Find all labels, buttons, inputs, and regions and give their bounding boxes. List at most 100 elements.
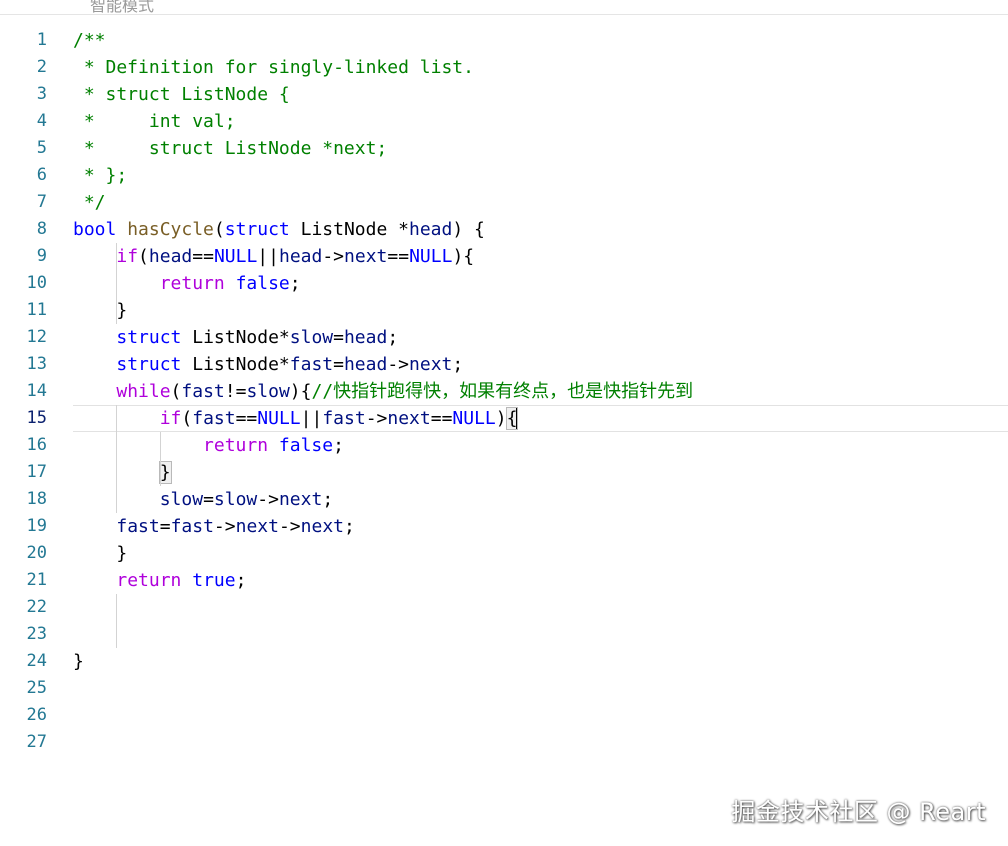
line-code[interactable]: * int val; <box>73 108 1008 135</box>
code-token: struct <box>116 354 182 375</box>
line-number: 26 <box>26 705 47 725</box>
code-token: head <box>409 219 453 240</box>
code-token: ( <box>138 246 149 267</box>
line-code[interactable]: * Definition for singly-linked list. <box>73 54 1008 81</box>
code-token: //快指针跑得快，如果有终点，也是快指针先到 <box>311 381 694 402</box>
line-code[interactable] <box>73 621 1008 648</box>
code-token: next <box>300 516 345 537</box>
line-code[interactable]: /** <box>73 27 1008 54</box>
line-code[interactable]: return false; <box>73 432 1008 459</box>
code-line[interactable]: 11 } <box>0 297 1008 324</box>
indent-guide <box>116 594 118 621</box>
line-number: 16 <box>26 435 47 455</box>
code-line[interactable]: 8 bool hasCycle(struct ListNode *head) { <box>0 216 1008 243</box>
line-code[interactable]: return false; <box>73 270 1008 297</box>
code-token: } <box>73 543 128 564</box>
line-code[interactable]: } <box>73 459 1008 486</box>
line-code[interactable]: while(fast!=slow){//快指针跑得快，如果有终点，也是快指针先到 <box>73 378 1008 405</box>
indent-guide <box>116 270 118 297</box>
code-line[interactable]: 18 slow=slow->next; <box>0 486 1008 513</box>
line-code[interactable] <box>73 675 1008 702</box>
code-line[interactable]: 10 return false; <box>0 270 1008 297</box>
line-code[interactable]: } <box>73 540 1008 567</box>
code-line[interactable]: 19 fast=fast->next->next; <box>0 513 1008 540</box>
code-line[interactable]: 17 } <box>0 459 1008 486</box>
indent-guide <box>116 297 118 324</box>
code-line[interactable]: 6 * }; <box>0 162 1008 189</box>
code-line[interactable]: 20 } <box>0 540 1008 567</box>
code-token: ; <box>387 327 399 348</box>
line-number: 1 <box>36 30 47 50</box>
top-header-strip: 智能模式 <box>0 0 1008 15</box>
code-line[interactable]: 4 * int val; <box>0 108 1008 135</box>
code-token: ListNode* <box>181 354 290 375</box>
line-code[interactable] <box>73 729 1008 756</box>
code-line[interactable]: 12 struct ListNode*slow=head; <box>0 324 1008 351</box>
line-code[interactable]: * struct ListNode *next; <box>73 135 1008 162</box>
indent-guide <box>116 486 118 513</box>
line-code[interactable]: */ <box>73 189 1008 216</box>
code-token: if <box>159 408 182 429</box>
code-token: } <box>73 651 84 672</box>
code-line[interactable]: 23 <box>0 621 1008 648</box>
code-token: return <box>159 273 225 294</box>
code-token: = <box>203 489 214 510</box>
code-line[interactable]: 1 /** <box>0 27 1008 54</box>
header-partial-text: 智能模式 <box>90 0 155 15</box>
line-code[interactable]: struct ListNode*slow=head; <box>73 324 1008 351</box>
code-line[interactable]: 22 <box>0 594 1008 621</box>
indent-guide <box>159 459 161 486</box>
line-number: 23 <box>26 624 47 644</box>
code-line[interactable]: 27 <box>0 729 1008 756</box>
code-line[interactable]: 5 * struct ListNode *next; <box>0 135 1008 162</box>
code-line[interactable]: 13 struct ListNode*fast=head->next; <box>0 351 1008 378</box>
line-number: 3 <box>36 84 47 104</box>
code-token: ( <box>181 408 193 429</box>
code-line[interactable]: 9 if(head==NULL||head->next==NULL){ <box>0 243 1008 270</box>
code-token: ; <box>452 354 464 375</box>
line-code[interactable]: * }; <box>73 162 1008 189</box>
watermark: 掘金技术社区 @ Reart <box>731 798 986 826</box>
code-token: || <box>257 246 279 267</box>
code-line[interactable]: 16 return false; <box>0 432 1008 459</box>
code-line[interactable]: 21 return true; <box>0 567 1008 594</box>
indent-guide <box>116 243 118 270</box>
line-code[interactable]: if(fast==NULL||fast->next==NULL){ <box>73 405 1008 432</box>
code-token: fast <box>170 516 214 537</box>
code-line[interactable]: 7 */ <box>0 189 1008 216</box>
line-code[interactable]: } <box>73 648 1008 675</box>
code-token: ; <box>344 516 355 537</box>
line-number: 21 <box>26 570 47 590</box>
code-editor[interactable]: 1 /** 2 * Definition for singly-linked lis… <box>0 27 1008 756</box>
code-token: false <box>235 273 290 294</box>
line-code[interactable] <box>73 594 1008 621</box>
line-code[interactable]: slow=slow->next; <box>73 486 1008 513</box>
code-token: NULL <box>213 246 258 267</box>
code-line[interactable]: 3 * struct ListNode { <box>0 81 1008 108</box>
line-code[interactable]: } <box>73 297 1008 324</box>
line-code[interactable]: struct ListNode*fast=head->next; <box>73 351 1008 378</box>
code-line[interactable]: 14 while(fast!=slow){//快指针跑得快，如果有终点，也是快指… <box>0 378 1008 405</box>
code-line[interactable]: 25 <box>0 675 1008 702</box>
code-token: bool <box>73 219 117 240</box>
code-line[interactable]: 2 * Definition for singly-linked list. <box>0 54 1008 81</box>
line-code[interactable]: if(head==NULL||head->next==NULL){ <box>73 243 1008 270</box>
code-token: -> <box>278 516 301 537</box>
line-code[interactable]: bool hasCycle(struct ListNode *head) { <box>73 216 1008 243</box>
matched-bracket: } <box>158 461 172 484</box>
code-token: */ <box>73 192 106 213</box>
code-token: NULL <box>452 408 496 429</box>
code-line[interactable]: 26 <box>0 702 1008 729</box>
code-token: slow <box>246 381 290 402</box>
line-code[interactable]: fast=fast->next->next; <box>73 513 1008 540</box>
code-line[interactable]: 15 if(fast==NULL||fast->next==NULL){ <box>0 405 1008 432</box>
line-code[interactable]: * struct ListNode { <box>73 81 1008 108</box>
indent-guide <box>116 621 118 648</box>
line-code[interactable] <box>73 702 1008 729</box>
line-number: 11 <box>26 300 47 320</box>
line-code[interactable]: return true; <box>73 567 1008 594</box>
code-line[interactable]: 24} <box>0 648 1008 675</box>
